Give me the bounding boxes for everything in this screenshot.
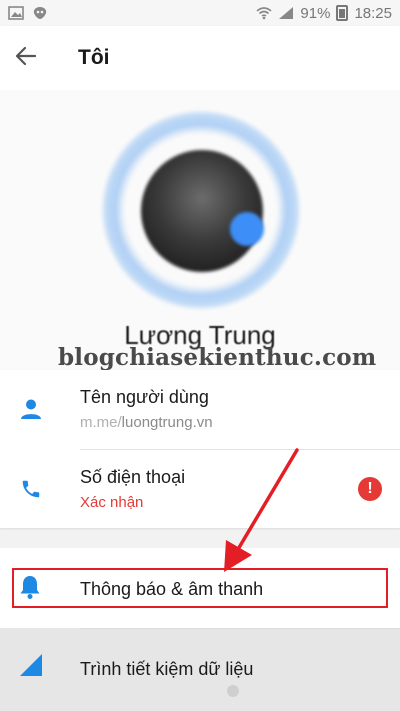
camera-badge-icon[interactable] xyxy=(230,212,264,246)
alert-icon: ! xyxy=(358,477,382,501)
data-saver-row[interactable]: Trình tiết kiệm dữ liệu xyxy=(0,628,400,711)
status-time: 18:25 xyxy=(354,4,392,22)
wifi-icon xyxy=(256,6,272,20)
page-title: Tôi xyxy=(78,46,110,69)
data-saver-icon xyxy=(18,652,44,683)
username-row[interactable]: Tên người dùng m.me/luongtrung.vn xyxy=(0,370,400,448)
app-bar: Tôi xyxy=(0,26,400,90)
watermark-text: blogchiasekienthuc.com xyxy=(58,344,377,371)
data-saver-label: Trình tiết kiệm dữ liệu xyxy=(80,659,254,679)
app-notification-icon xyxy=(32,6,48,20)
person-icon xyxy=(18,396,44,422)
phone-label: Số điện thoại xyxy=(80,467,186,487)
avatar[interactable] xyxy=(141,150,263,272)
phone-confirm-link[interactable]: Xác nhận xyxy=(80,494,185,511)
battery-percent: 91% xyxy=(300,4,331,22)
arrow-left-icon xyxy=(15,45,37,72)
gallery-notification-icon xyxy=(8,6,24,20)
phone-icon xyxy=(18,476,44,502)
signal-icon xyxy=(278,6,294,20)
phone-row[interactable]: Số điện thoại Xác nhận ! xyxy=(0,450,400,528)
username-value: m.me/luongtrung.vn xyxy=(80,414,213,431)
scroll-indicator xyxy=(227,685,239,697)
profile-header: Lương Trung blogchiasekienthuc.com xyxy=(0,90,400,371)
annotation-highlight-box xyxy=(12,568,388,608)
battery-icon xyxy=(336,5,349,21)
username-label: Tên người dùng xyxy=(80,387,209,407)
account-info-card: Tên người dùng m.me/luongtrung.vn Số điệ… xyxy=(0,370,400,528)
status-bar: 91% 18:25 xyxy=(0,0,400,26)
row-divider xyxy=(80,628,400,629)
back-button[interactable] xyxy=(0,26,52,90)
